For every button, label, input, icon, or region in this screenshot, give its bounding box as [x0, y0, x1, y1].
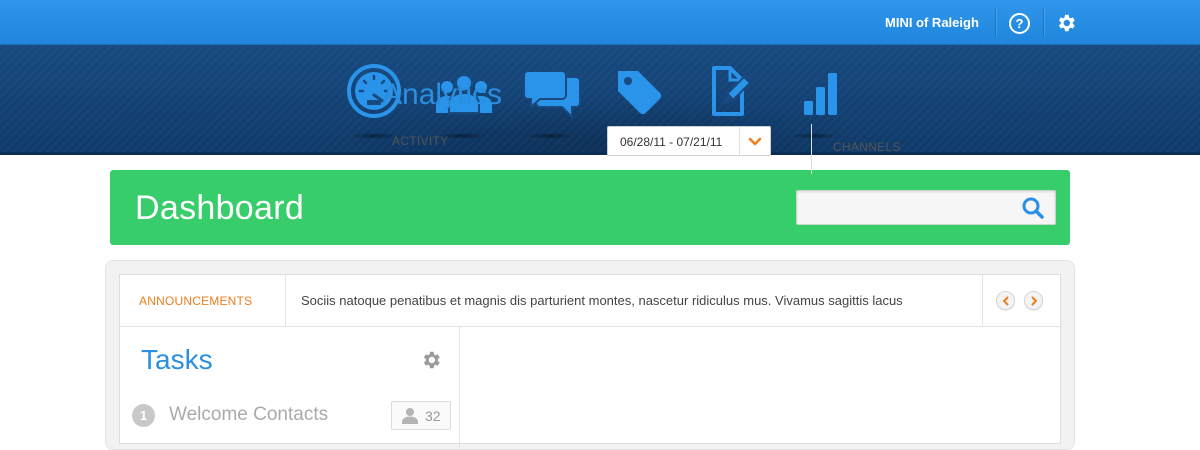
dashboard-header: Dashboard [110, 170, 1070, 245]
tasks-settings-gear-icon[interactable] [420, 349, 442, 371]
main-nav [0, 45, 1200, 155]
nav-item-analytics[interactable] [782, 63, 846, 143]
tag-icon [618, 71, 662, 115]
previous-announcement-button[interactable] [996, 291, 1015, 310]
divider [995, 8, 996, 37]
document-edit-icon [712, 66, 752, 116]
announcements-label: ANNOUNCEMENTS [139, 294, 253, 308]
next-announcement-button[interactable] [1024, 291, 1043, 310]
search-input[interactable] [797, 191, 1017, 224]
search-icon[interactable] [1021, 196, 1047, 220]
analytics-title: Analytics [382, 78, 503, 111]
chevron-right-icon [1031, 296, 1037, 306]
person-icon [402, 408, 418, 424]
tasks-panel: Tasks 1 Welcome Contacts 32 [120, 327, 460, 447]
task-number: 1 [132, 404, 155, 427]
announcements-bar: ANNOUNCEMENTS Sociis natoque penatibus e… [120, 275, 1060, 327]
bar-chart-icon [804, 73, 837, 115]
settings-gear-icon[interactable] [1055, 12, 1077, 34]
count-value: 32 [425, 408, 441, 424]
chat-bubbles-icon [523, 70, 581, 119]
task-contact-count[interactable]: 32 [391, 401, 451, 430]
divider [285, 275, 286, 327]
activity-label: ACTIVITY [392, 134, 449, 148]
divider [811, 124, 812, 174]
page-title: Dashboard [135, 189, 305, 227]
date-range-select[interactable]: 06/28/11 - 07/21/11 [607, 126, 771, 156]
account-name[interactable]: MINI of Raleigh [885, 15, 979, 30]
tasks-title: Tasks [141, 344, 213, 375]
nav-item-messages[interactable] [518, 63, 582, 143]
channels-label: CHANNELS [833, 140, 901, 154]
announcement-text: Sociis natoque penatibus et magnis dis p… [301, 293, 903, 308]
task-name: Welcome Contacts [169, 404, 329, 425]
search-box [796, 190, 1056, 225]
content-card: ANNOUNCEMENTS Sociis natoque penatibus e… [119, 274, 1061, 447]
date-range-value: 06/28/11 - 07/21/11 [620, 135, 723, 149]
top-bar: MINI of Raleigh ? [0, 0, 1200, 45]
chevron-left-icon [1003, 296, 1009, 306]
divider [1043, 8, 1044, 37]
help-button[interactable]: ? [1009, 13, 1030, 34]
task-item[interactable]: 1 Welcome Contacts 32 [132, 401, 452, 431]
divider [982, 275, 983, 327]
chevron-down-icon [748, 137, 762, 146]
